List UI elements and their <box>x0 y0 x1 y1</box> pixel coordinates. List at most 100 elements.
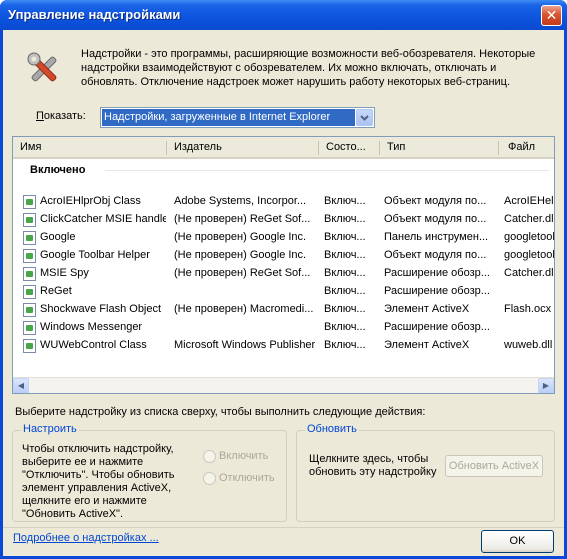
column-separator[interactable] <box>166 141 167 155</box>
list-row[interactable]: MSIE Spy (Не проверен) ReGet Sof... Включ.… <box>13 265 554 283</box>
cell-file: wuweb.dll <box>504 339 553 351</box>
cell-status: Включ... <box>324 249 366 261</box>
disable-radio-label[interactable]: Отключить <box>219 472 275 484</box>
column-header-type[interactable]: Тип <box>387 141 497 153</box>
dialog-body: Надстройки - это программы, расширяющие … <box>3 30 564 556</box>
column-separator[interactable] <box>379 141 380 155</box>
list-row[interactable]: WUWebControl Class Microsoft Windows Publ… <box>13 337 554 355</box>
cell-name: MSIE Spy <box>40 267 89 279</box>
cell-type: Расширение обозр... <box>384 267 490 279</box>
addons-list[interactable]: Имя Издатель Состо... Тип Файл Включено … <box>12 136 555 394</box>
show-label-rest: оказать: <box>43 110 86 122</box>
update-help-line: обновить эту надстройку <box>309 466 437 478</box>
instruction-text: Выберите надстройку из списка сверху, чт… <box>15 406 426 418</box>
cell-name: ClickCatcher MSIE handler <box>40 213 166 225</box>
column-header-publisher[interactable]: Издатель <box>174 141 317 153</box>
update-activex-button[interactable]: Обновить ActiveX <box>445 455 543 477</box>
enable-radio[interactable] <box>203 450 216 463</box>
list-row[interactable]: Shockwave Flash Object (Не проверен) Macr… <box>13 301 554 319</box>
list-row[interactable]: ClickCatcher MSIE handler (Не проверен) R… <box>13 211 554 229</box>
cell-status: Включ... <box>324 285 366 297</box>
show-label-accesskey: П <box>36 110 44 122</box>
scroll-left-button[interactable]: ◀ <box>13 378 29 393</box>
cell-status: Включ... <box>324 195 366 207</box>
cell-publisher: (Не проверен) Macromedi... <box>174 303 314 315</box>
cell-name: ReGet <box>40 285 72 297</box>
show-label: Показать: <box>36 110 86 122</box>
chevron-down-icon <box>360 115 369 121</box>
cell-name: Google Toolbar Helper <box>40 249 150 261</box>
cell-status: Включ... <box>324 231 366 243</box>
cell-publisher: (Не проверен) ReGet Sof... <box>174 267 311 279</box>
ok-button[interactable]: OK <box>481 530 554 553</box>
cell-file: Catcher.dll <box>504 267 554 279</box>
show-filter-value: Надстройки, загруженные в Internet Explo… <box>102 109 355 126</box>
configure-help-line: "Отключить". Чтобы обновить <box>22 469 175 481</box>
configure-help-text: Чтобы отключить надстройку, выберите ее … <box>22 443 175 521</box>
cell-name: WUWebControl Class <box>40 339 147 351</box>
cell-name: Shockwave Flash Object <box>40 303 162 315</box>
dialog-title: Управление надстройками <box>8 7 181 22</box>
column-header-file[interactable]: Файл <box>508 141 548 153</box>
horizontal-scrollbar[interactable]: ◀ ▶ <box>13 377 554 393</box>
configure-group-title: Настроить <box>21 423 79 435</box>
addon-icon <box>23 213 36 227</box>
cell-publisher: (Не проверен) Google Inc. <box>174 249 307 261</box>
addon-icon <box>23 231 36 245</box>
addon-icon <box>23 321 36 335</box>
cell-publisher: (Не проверен) ReGet Sof... <box>174 213 311 225</box>
cell-publisher: Microsoft Windows Publisher <box>174 339 316 351</box>
update-group-title: Обновить <box>305 423 359 435</box>
configure-help-line: щелкните его и нажмите <box>22 495 147 507</box>
list-row[interactable]: Google Toolbar Helper (Не проверен) Googl… <box>13 247 554 265</box>
tools-icon <box>27 52 57 82</box>
footer-divider <box>3 527 564 528</box>
scroll-right-button[interactable]: ▶ <box>538 378 554 393</box>
addon-icon <box>23 249 36 263</box>
cell-file: googletool <box>504 231 554 243</box>
cell-status: Включ... <box>324 303 366 315</box>
title-bar[interactable]: Управление надстройками ✕ <box>0 0 567 30</box>
list-row[interactable]: ReGet Включ... Расширение обозр... <box>13 283 554 301</box>
cell-type: Объект модуля по... <box>384 213 487 225</box>
addon-icon <box>23 303 36 317</box>
close-button[interactable]: ✕ <box>541 5 562 26</box>
cell-type: Панель инструмен... <box>384 231 489 243</box>
configure-group: Настроить Чтобы отключить надстройку, вы… <box>12 423 287 522</box>
addon-icon <box>23 339 36 353</box>
column-header-name[interactable]: Имя <box>20 141 165 153</box>
list-row[interactable]: AcroIEHlprObj Class Adobe Systems, Incorp… <box>13 193 554 211</box>
column-separator[interactable] <box>318 141 319 155</box>
cell-publisher: Adobe Systems, Incorpor... <box>174 195 307 207</box>
configure-help-line: выберите ее и нажмите <box>22 456 144 468</box>
cell-type: Расширение обозр... <box>384 285 490 297</box>
cell-status: Включ... <box>324 267 366 279</box>
addon-icon <box>23 267 36 281</box>
dialog-window: Управление надстройками ✕ Надстройки - э… <box>0 0 567 559</box>
list-row[interactable]: Windows Messenger Включ... Расширение обоз… <box>13 319 554 337</box>
cell-type: Элемент ActiveX <box>384 303 470 315</box>
configure-help-line: Чтобы отключить надстройку, <box>22 443 174 455</box>
update-group: Обновить Щелкните здесь, чтобы обновить … <box>296 423 555 522</box>
cell-name: Google <box>40 231 76 243</box>
configure-help-line: элемент управления ActiveX, <box>22 482 172 494</box>
cell-type: Расширение обозр... <box>384 321 490 333</box>
cell-status: Включ... <box>324 339 366 351</box>
configure-help-line: "Обновить ActiveX". <box>22 508 124 520</box>
cell-file: googletool <box>504 249 554 261</box>
more-info-link[interactable]: Подробнее о надстройках ... <box>13 532 159 544</box>
column-header-status[interactable]: Состо... <box>326 141 378 153</box>
addon-icon <box>23 195 36 209</box>
disable-radio[interactable] <box>203 472 216 485</box>
cell-file: Flash.ocx <box>504 303 552 315</box>
cell-type: Элемент ActiveX <box>384 339 470 351</box>
enable-radio-label[interactable]: Включить <box>219 450 268 462</box>
update-help-line: Щелкните здесь, чтобы <box>309 453 429 465</box>
cell-status: Включ... <box>324 213 366 225</box>
column-separator[interactable] <box>498 141 499 155</box>
dropdown-button[interactable] <box>356 109 373 126</box>
cell-file: AcroIEHelp <box>504 195 554 207</box>
cell-file: Catcher.dll <box>504 213 554 225</box>
show-filter-select[interactable]: Надстройки, загруженные в Internet Explo… <box>100 107 375 128</box>
list-row[interactable]: Google (Не проверен) Google Inc. Включ... П… <box>13 229 554 247</box>
